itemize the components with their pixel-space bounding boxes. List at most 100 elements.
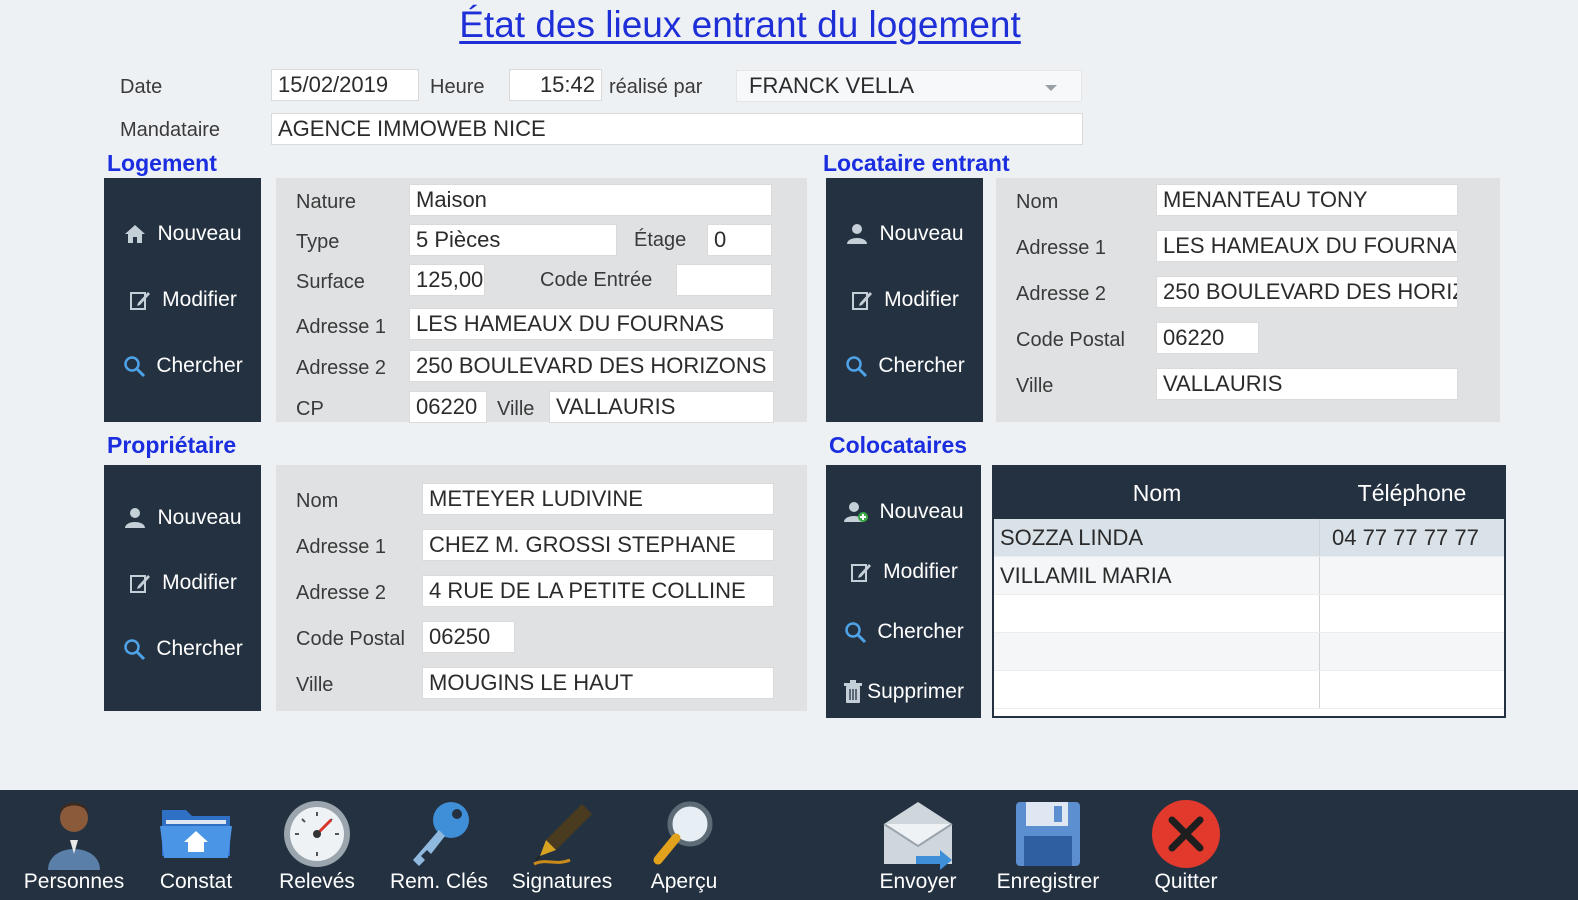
colocataires-table[interactable]: Nom Téléphone SOZZA LINDA 04 77 77 77 77… (992, 465, 1506, 718)
cp-field[interactable]: 06220 (409, 391, 487, 423)
edit-icon (130, 575, 151, 593)
locataire-new-button[interactable]: Nouveau (826, 209, 983, 259)
enregistrer-button[interactable]: Enregistrer (988, 790, 1108, 900)
envoyer-button[interactable]: Envoyer (858, 790, 978, 900)
rem-cles-label: Rem. Clés (389, 870, 489, 893)
column-header-nom[interactable]: Nom (994, 467, 1320, 519)
table-row[interactable] (994, 671, 1504, 709)
table-cell-nom (994, 671, 1320, 708)
locataire-edit-label: Modifier (884, 288, 959, 311)
table-body: SOZZA LINDA 04 77 77 77 77 VILLAMIL MARI… (994, 519, 1504, 709)
person-icon (847, 224, 868, 244)
key-icon (413, 802, 469, 866)
proprietaire-search-button[interactable]: Chercher (104, 624, 261, 674)
locataire-nom-label: Nom (1016, 191, 1059, 213)
locataire-adresse2-field[interactable]: 250 BOULEVARD DES HORIZONS (1156, 276, 1458, 308)
colocataires-search-button[interactable]: Chercher (826, 607, 981, 657)
table-row[interactable]: VILLAMIL MARIA (994, 557, 1504, 595)
code-entree-field[interactable] (676, 264, 772, 296)
edit-icon (130, 292, 151, 310)
locataire-edit-button[interactable]: Modifier (826, 275, 983, 325)
proprietaire-cp-field[interactable]: 06250 (422, 621, 515, 653)
releves-button[interactable]: Relevés (257, 790, 377, 900)
colocataires-delete-button[interactable]: Supprimer (826, 667, 981, 717)
logement-button-panel: Nouveau Modifier Chercher (104, 178, 261, 422)
personnes-button[interactable]: Personnes (14, 790, 134, 900)
proprietaire-adresse2-field[interactable]: 4 RUE DE LA PETITE COLLINE (422, 575, 774, 607)
logement-adresse1-field[interactable]: LES HAMEAUX DU FOURNAS (409, 308, 774, 340)
heure-label: Heure (430, 76, 485, 98)
table-cell-telephone (1320, 595, 1504, 632)
person-icon (48, 802, 100, 870)
locataire-new-label: Nouveau (879, 222, 964, 245)
search-icon (124, 356, 146, 378)
mandataire-label: Mandataire (120, 119, 221, 141)
envelope-icon (883, 802, 953, 870)
proprietaire-adresse2-label: Adresse 2 (296, 582, 387, 604)
logement-edit-button[interactable]: Modifier (104, 275, 261, 325)
table-cell-telephone (1320, 557, 1504, 594)
colocataires-edit-button[interactable]: Modifier (826, 547, 981, 597)
proprietaire-ville-field[interactable]: MOUGINS LE HAUT (422, 667, 774, 699)
floppy-icon (1016, 802, 1080, 866)
column-header-telephone[interactable]: Téléphone (1320, 467, 1504, 519)
cp-label: CP (296, 398, 324, 420)
locataire-search-button[interactable]: Chercher (826, 341, 983, 391)
table-cell-telephone: 04 77 77 77 77 (1332, 524, 1479, 550)
search-icon (846, 356, 868, 378)
locataire-ville-label: Ville (1016, 375, 1054, 397)
table-cell-nom: SOZZA LINDA (994, 519, 1320, 556)
locataire-cp-label: Code Postal (1016, 329, 1125, 351)
constat-button[interactable]: Constat (136, 790, 256, 900)
locataire-ville-field[interactable]: VALLAURIS (1156, 368, 1458, 400)
personnes-label: Personnes (23, 870, 125, 893)
locataire-cp-field[interactable]: 06220 (1156, 322, 1259, 354)
locataire-search-label: Chercher (878, 354, 965, 377)
colocataires-new-button[interactable]: Nouveau (826, 487, 981, 537)
type-field[interactable]: 5 Pièces (409, 224, 617, 256)
logement-adresse2-field[interactable]: 250 BOULEVARD DES HORIZONS (409, 350, 774, 382)
quitter-button[interactable]: Quitter (1126, 790, 1246, 900)
signatures-button[interactable]: Signatures (502, 790, 622, 900)
logement-search-button[interactable]: Chercher (104, 341, 261, 391)
apercu-button[interactable]: Aperçu (624, 790, 744, 900)
realise-par-value: FRANCK VELLA (749, 73, 915, 98)
table-row[interactable] (994, 595, 1504, 633)
rem-cles-button[interactable]: Rem. Clés (379, 790, 499, 900)
home-icon (125, 225, 146, 243)
proprietaire-search-label: Chercher (156, 637, 243, 660)
nature-field[interactable]: Maison (409, 184, 772, 216)
proprietaire-nom-field[interactable]: METEYER LUDIVINE (422, 483, 774, 515)
locataire-nom-field[interactable]: MENANTEAU TONY (1156, 184, 1458, 216)
date-label: Date (120, 76, 163, 98)
table-header: Nom Téléphone (994, 467, 1504, 519)
logement-search-label: Chercher (156, 354, 243, 377)
colocataires-search-label: Chercher (877, 620, 964, 643)
mandataire-field[interactable]: AGENCE IMMOWEB NICE (271, 113, 1083, 145)
edit-icon (851, 564, 872, 582)
colocataires-edit-label: Modifier (883, 560, 958, 583)
table-cell-nom (994, 633, 1320, 670)
surface-field[interactable]: 125,00 (409, 264, 485, 296)
locataire-adresse2-label: Adresse 2 (1016, 283, 1107, 305)
locataire-section-title: Locataire entrant (823, 150, 1010, 176)
date-field[interactable]: 15/02/2019 (271, 69, 419, 101)
logement-new-button[interactable]: Nouveau (104, 209, 261, 259)
logement-adresse1-label: Adresse 1 (296, 316, 387, 338)
search-icon (845, 622, 867, 644)
proprietaire-new-button[interactable]: Nouveau (104, 493, 261, 543)
proprietaire-adresse1-field[interactable]: CHEZ M. GROSSI STEPHANE (422, 529, 774, 561)
trash-icon (844, 680, 863, 703)
envoyer-label: Envoyer (879, 870, 957, 893)
locataire-adresse1-field[interactable]: LES HAMEAUX DU FOURNAS (1156, 230, 1458, 262)
table-row[interactable] (994, 633, 1504, 671)
realise-par-dropdown[interactable]: FRANCK VELLA (736, 70, 1082, 102)
proprietaire-edit-button[interactable]: Modifier (104, 558, 261, 608)
logement-new-label: Nouveau (157, 222, 242, 245)
etage-field[interactable]: 0 (707, 224, 772, 256)
gauge-icon (284, 801, 350, 867)
table-row[interactable]: SOZZA LINDA 04 77 77 77 77 (994, 519, 1504, 557)
ville-field[interactable]: VALLAURIS (549, 391, 774, 423)
heure-field[interactable]: 15:42 (509, 69, 602, 101)
constat-label: Constat (159, 870, 233, 893)
